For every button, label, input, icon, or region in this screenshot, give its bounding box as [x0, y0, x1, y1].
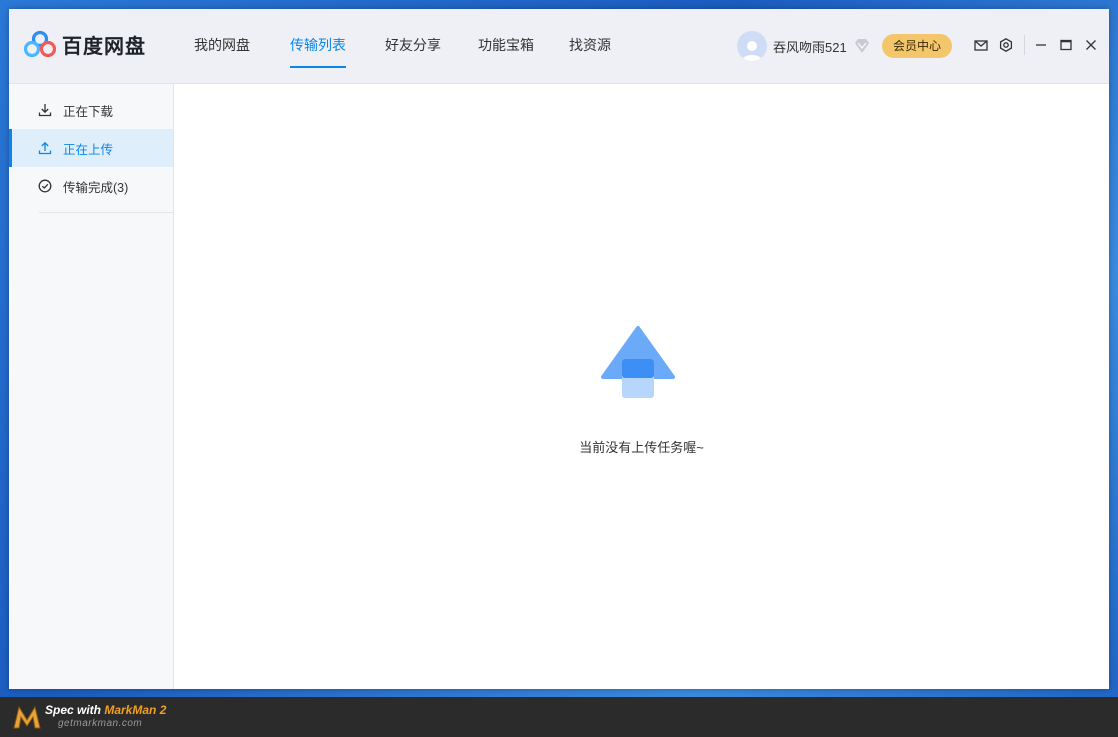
app-name: 百度网盘: [62, 35, 146, 58]
watermark-prefix: Spec with: [45, 703, 105, 717]
mail-icon[interactable]: [973, 37, 989, 53]
app-window: 百度网盘 我的网盘 传输列表 好友分享 功能宝箱 找资源 吞风吻雨521 会员中…: [9, 9, 1109, 689]
app-logo: 百度网盘: [24, 29, 146, 59]
sidebar-item-label: 正在下载: [63, 104, 114, 119]
close-icon[interactable]: [1083, 37, 1099, 53]
upload-icon: [38, 141, 52, 155]
markman-logo-icon: [13, 705, 41, 729]
active-indicator: [9, 129, 12, 167]
nav-find-resources[interactable]: 找资源: [569, 9, 611, 84]
nav-active-underline: [290, 66, 346, 68]
nav-transfer-list[interactable]: 传输列表: [290, 9, 346, 84]
toolbar-divider: [1024, 35, 1025, 55]
sidebar-divider: [39, 212, 173, 213]
watermark-title: Spec with MarkMan 2: [45, 703, 166, 717]
sidebar-item-completed[interactable]: 传输完成(3): [9, 167, 173, 205]
diamond-icon: [854, 39, 869, 53]
user-profile[interactable]: 吞风吻雨521: [737, 31, 871, 61]
markman-watermark-bar: Spec with MarkMan 2 getmarkman.com: [0, 697, 1118, 737]
settings-icon[interactable]: [998, 37, 1014, 53]
user-avatar-icon[interactable]: [737, 31, 767, 61]
maximize-icon[interactable]: [1058, 37, 1074, 53]
check-circle-icon: [38, 179, 52, 193]
nav-my-netdisk[interactable]: 我的网盘: [194, 9, 250, 84]
empty-state-message: 当前没有上传任务喔~: [579, 440, 704, 455]
watermark-brand: MarkMan 2: [104, 703, 167, 717]
nav-toolbox[interactable]: 功能宝箱: [478, 9, 534, 84]
upload-list-panel: 当前没有上传任务喔~: [174, 84, 1109, 689]
sidebar-item-uploading[interactable]: 正在上传: [9, 129, 173, 167]
sidebar-item-label: 正在上传: [63, 142, 114, 157]
vip-center-button[interactable]: 会员中心: [882, 34, 952, 58]
nav-transfer-list-label: 传输列表: [290, 37, 346, 53]
sidebar-item-downloading[interactable]: 正在下载: [9, 91, 173, 129]
nav-friend-share[interactable]: 好友分享: [385, 9, 441, 84]
download-icon: [38, 104, 52, 117]
username[interactable]: 吞风吻雨521: [773, 37, 847, 56]
watermark-url: getmarkman.com: [58, 718, 143, 729]
transfer-sidebar: 正在下载 正在上传 传输完成(3): [9, 84, 174, 689]
upload-arrow-icon: [601, 326, 675, 398]
title-bar: 百度网盘 我的网盘 传输列表 好友分享 功能宝箱 找资源 吞风吻雨521 会员中…: [9, 9, 1109, 84]
baidu-netdisk-logo-icon: [24, 30, 56, 58]
sidebar-item-label: 传输完成(3): [63, 180, 129, 195]
minimize-icon[interactable]: [1033, 37, 1049, 53]
